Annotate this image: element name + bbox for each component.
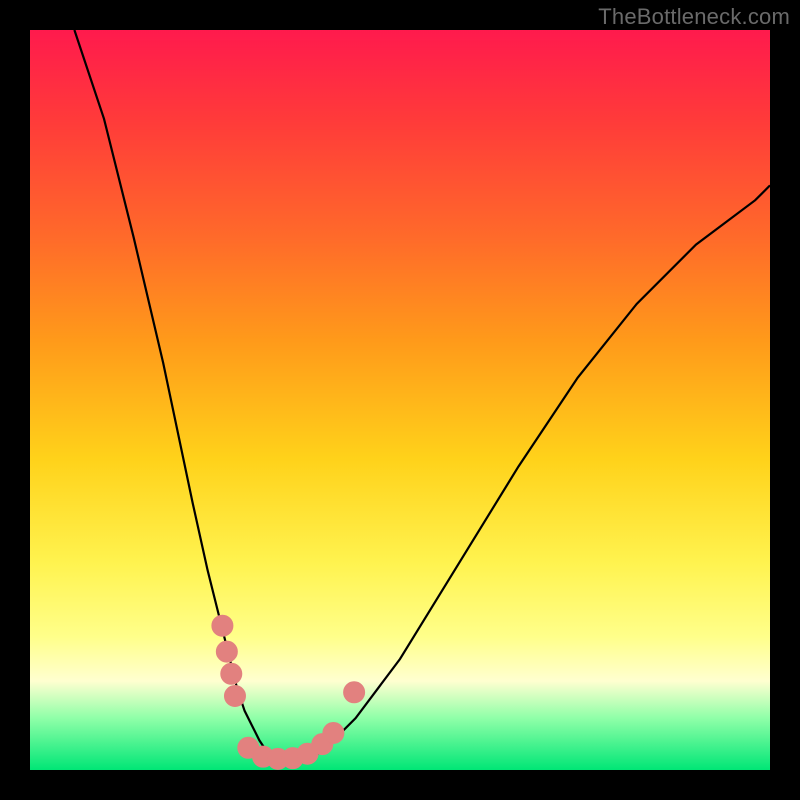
curve-marker bbox=[344, 682, 365, 703]
curve-marker bbox=[323, 723, 344, 744]
watermark-text: TheBottleneck.com bbox=[598, 4, 790, 30]
curve-marker bbox=[224, 686, 245, 707]
bottleneck-curve bbox=[74, 30, 770, 763]
chart-frame: TheBottleneck.com bbox=[0, 0, 800, 800]
chart-plot-area bbox=[30, 30, 770, 770]
curve-marker bbox=[221, 663, 242, 684]
curve-markers bbox=[212, 615, 365, 769]
curve-marker bbox=[212, 615, 233, 636]
curve-marker bbox=[216, 641, 237, 662]
chart-svg bbox=[30, 30, 770, 770]
